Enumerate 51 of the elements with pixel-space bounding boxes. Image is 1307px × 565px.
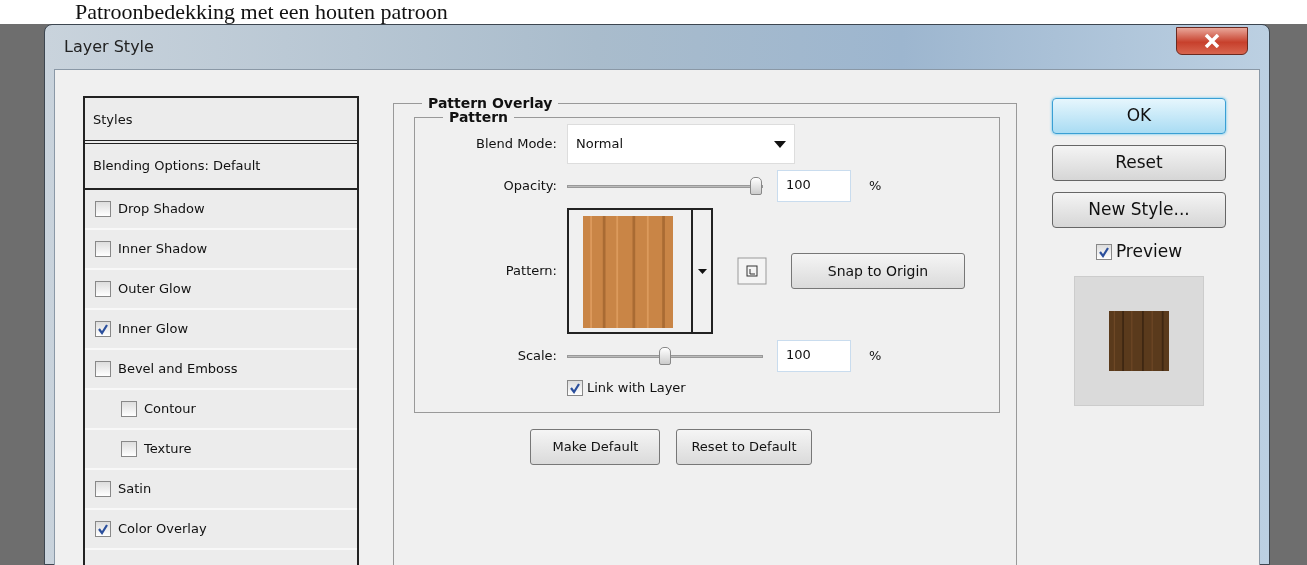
- snap-to-origin-button[interactable]: Snap to Origin: [791, 253, 965, 289]
- new-preset-icon[interactable]: [737, 257, 767, 285]
- caption-text: Patroonbedekking met een houten patroon: [75, 0, 448, 24]
- checkbox[interactable]: [95, 521, 111, 537]
- window-title: Layer Style: [63, 36, 154, 58]
- checkbox[interactable]: [95, 321, 111, 337]
- checkbox[interactable]: [121, 441, 137, 457]
- close-button[interactable]: [1176, 27, 1248, 55]
- checkbox[interactable]: [95, 241, 111, 257]
- checkbox[interactable]: [95, 281, 111, 297]
- action-button[interactable]: Reset to Default: [676, 428, 812, 465]
- checkbox-label: Inner Glow: [118, 320, 189, 339]
- pattern-picker[interactable]: [567, 208, 713, 334]
- checkbox[interactable]: [95, 201, 111, 217]
- checkbox[interactable]: [95, 361, 111, 377]
- checkbox-label: Outer Glow: [118, 280, 192, 299]
- unit-label: %: [869, 177, 882, 196]
- dialog-button[interactable]: New Style...: [1052, 192, 1226, 228]
- checkbox-label: Contour: [144, 400, 196, 419]
- field-label: Opacity:: [502, 177, 558, 196]
- checkbox-label: Inner Shadow: [118, 240, 208, 259]
- checkbox[interactable]: [567, 379, 583, 396]
- caret-icon: [697, 268, 707, 274]
- slider-thumb[interactable]: [659, 346, 671, 365]
- field-label: Scale:: [516, 347, 558, 366]
- checkbox[interactable]: [1095, 243, 1112, 260]
- blend-mode-dropdown[interactable]: Normal: [567, 124, 795, 164]
- close-icon: [1204, 34, 1220, 48]
- dialog-button[interactable]: Reset: [1052, 145, 1226, 181]
- checkbox-label: Link with Layer: [587, 379, 686, 397]
- checkbox-label: Bevel and Emboss: [118, 360, 238, 379]
- checkbox-label: Drop Shadow: [118, 200, 205, 219]
- action-button[interactable]: Make Default: [530, 428, 661, 465]
- number-field[interactable]: 100: [777, 340, 851, 372]
- field-label: Pattern:: [504, 262, 558, 281]
- list-item[interactable]: Blending Options: Default: [85, 144, 357, 190]
- group-title: Pattern Overlay: [427, 96, 554, 110]
- unit-label: %: [869, 347, 882, 366]
- checkbox-label: Color Overlay: [118, 520, 207, 539]
- checkbox[interactable]: [121, 401, 137, 417]
- slider-thumb[interactable]: [750, 176, 762, 195]
- checkbox-label: Preview: [1115, 240, 1183, 263]
- checkbox-label: Satin: [118, 480, 152, 499]
- panel-header: Styles: [85, 98, 357, 144]
- checkbox-label: Texture: [144, 440, 192, 459]
- caret-icon: [774, 140, 786, 148]
- field-label: Blend Mode:: [475, 135, 558, 154]
- dialog-button[interactable]: OK: [1052, 98, 1226, 134]
- number-field[interactable]: 100: [777, 170, 851, 202]
- checkbox[interactable]: [95, 481, 111, 497]
- group-title: Pattern: [448, 110, 509, 124]
